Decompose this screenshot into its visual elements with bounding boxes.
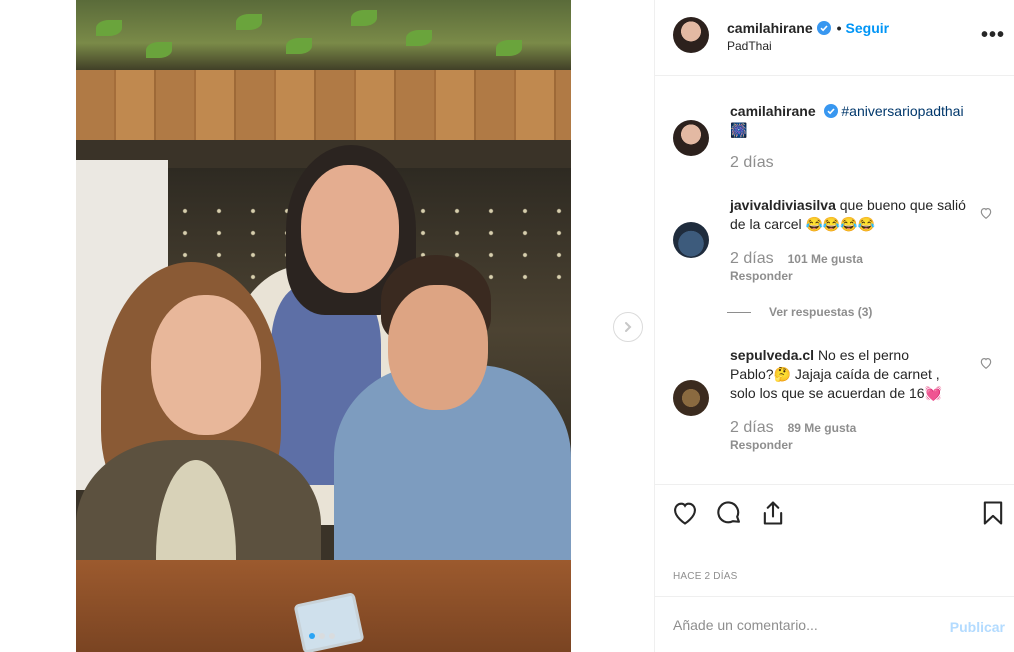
heart-icon[interactable] (979, 356, 993, 370)
comment-likes[interactable]: 101 Me gusta (788, 252, 863, 266)
instagram-post-page: camilahirane • Seguir PadThai ••• camila… (0, 0, 1014, 652)
caption-timestamp[interactable]: 2 días (730, 154, 774, 172)
heart-icon[interactable] (979, 206, 993, 220)
comment-username[interactable]: sepulveda.cl (730, 347, 814, 363)
separator-bullet: • (836, 20, 842, 36)
verified-badge-icon (823, 104, 838, 118)
add-comment-bar: Publicar (655, 596, 1014, 652)
avatar[interactable] (673, 17, 709, 53)
post-media-area (0, 0, 654, 652)
carousel-dot-active (309, 633, 315, 639)
carousel-dot (319, 633, 325, 639)
comment-timestamp[interactable]: 2 días (730, 250, 774, 268)
location-link[interactable]: PadThai (727, 39, 772, 53)
comment-likes[interactable]: 89 Me gusta (788, 421, 857, 435)
carousel-next-button[interactable] (613, 312, 643, 342)
chevron-right-icon (625, 322, 632, 332)
header-username[interactable]: camilahirane (727, 20, 813, 36)
comment-timestamp[interactable]: 2 días (730, 419, 774, 437)
caption: camilahirane #aniversariopadthai 🎆 2 día… (655, 102, 1014, 182)
caption-username[interactable]: camilahirane (730, 103, 816, 119)
post-timestamp[interactable]: Hace 2 días (673, 571, 737, 582)
hashtag-link[interactable]: #aniversariopadthai (841, 103, 963, 119)
comment-item: javivaldiviasilva que bueno que salió de… (655, 196, 1014, 326)
verified-badge-icon (816, 21, 831, 35)
carousel-dot (329, 633, 335, 639)
share-icon[interactable] (759, 499, 787, 527)
save-bookmark-icon[interactable] (979, 499, 1007, 527)
view-replies-button[interactable]: Ver respuestas (3) (727, 305, 872, 319)
comment-input[interactable] (673, 614, 933, 636)
carousel-indicator (309, 633, 335, 639)
publish-button[interactable]: Publicar (950, 619, 1005, 635)
reply-button[interactable]: Responder (730, 438, 793, 452)
avatar[interactable] (673, 120, 709, 156)
caption-emoji: 🎆 (730, 122, 748, 138)
comment-item: sepulveda.cl No es el perno Pablo?🤔 Jaja… (655, 346, 1014, 466)
reply-button[interactable]: Responder (730, 269, 793, 283)
avatar[interactable] (673, 380, 709, 416)
post-header: camilahirane • Seguir PadThai ••• (655, 0, 1014, 76)
more-options-icon[interactable]: ••• (981, 24, 1005, 47)
view-replies-label: Ver respuestas (3) (769, 305, 873, 319)
post-photo[interactable] (76, 0, 571, 652)
comment-bubble-icon[interactable] (715, 499, 743, 527)
avatar[interactable] (673, 222, 709, 258)
comment-username[interactable]: javivaldiviasilva (730, 197, 836, 213)
follow-button[interactable]: Seguir (846, 20, 890, 36)
like-heart-icon[interactable] (671, 499, 699, 527)
post-actions-bar (655, 484, 1014, 540)
post-side-panel: camilahirane • Seguir PadThai ••• camila… (654, 0, 1014, 652)
comments-list: camilahirane #aniversariopadthai 🎆 2 día… (655, 76, 1014, 484)
